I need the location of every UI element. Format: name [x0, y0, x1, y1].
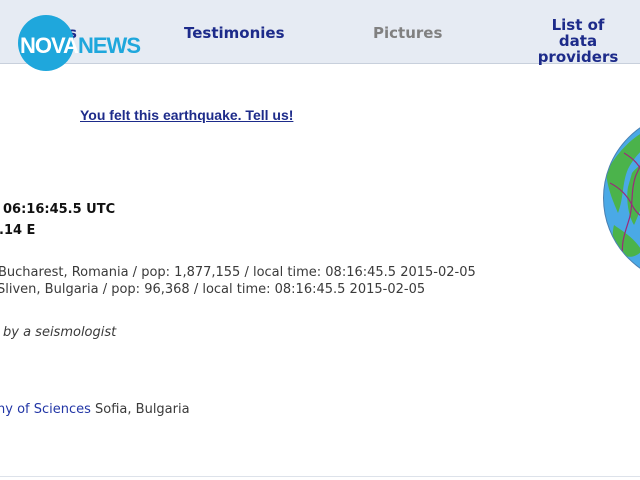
academy-of-sciences-link[interactable]: ny of Sciences [0, 402, 91, 417]
nearby-city-1: Bucharest, Romania / pop: 1,877,155 / lo… [0, 265, 476, 280]
globe-map-icon[interactable] [603, 112, 640, 284]
felt-earthquake-link[interactable]: You felt this earthquake. Tell us! [80, 107, 293, 123]
nova-news-logo: NOVA NEWS [18, 15, 148, 75]
logo-news-text: NEWS [78, 33, 141, 58]
nearby-city-2: Sliven, Bulgaria / pop: 96,368 / local t… [0, 282, 426, 297]
logo-nova-text: NOVA [20, 33, 79, 58]
academy-location: Sofia, Bulgaria [90, 402, 190, 417]
event-coordinates: .14 E [0, 223, 36, 238]
nav-item-pictures[interactable]: Pictures [373, 24, 442, 42]
divider [0, 476, 640, 477]
page: s Testimonies Pictures List of data prov… [0, 0, 640, 480]
data-provider-line: ny of Sciences Sofia, Bulgaria [0, 402, 190, 417]
globe-map-graphic [606, 134, 640, 264]
nav-item-testimonies[interactable]: Testimonies [184, 24, 285, 42]
nav-item-data-providers[interactable]: List of data providers [530, 17, 626, 65]
reviewed-by-seismologist: by a seismologist [3, 325, 117, 340]
nav-item-data-providers-line2: providers [537, 48, 619, 66]
nav-item-data-providers-line1: List of data [551, 16, 605, 50]
event-time: 06:16:45.5 UTC [3, 202, 116, 217]
